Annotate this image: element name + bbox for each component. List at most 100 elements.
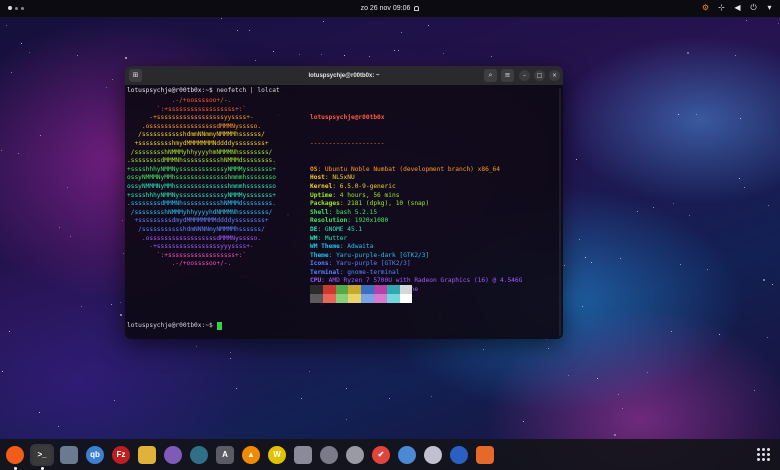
- info-line: Icons: Yaru-purple [GTK2/3]: [310, 260, 522, 269]
- system-tray[interactable]: ⚙ ⊹ ◀ ⏻ ▾: [701, 3, 774, 12]
- star: [740, 118, 741, 119]
- dock-item[interactable]: [318, 444, 340, 466]
- dock-item[interactable]: [136, 444, 158, 466]
- volume-icon[interactable]: ◀: [733, 3, 742, 12]
- dock-item[interactable]: [188, 444, 210, 466]
- grid-dot: [766, 453, 770, 456]
- star: [346, 419, 347, 420]
- dock-item[interactable]: [474, 444, 496, 466]
- grid-dot: [766, 448, 770, 451]
- dock-item[interactable]: [344, 444, 366, 466]
- star: [767, 337, 768, 338]
- palette-swatch: [310, 285, 323, 294]
- star: [323, 21, 324, 22]
- info-value: : Ubuntu Noble Numbat (development branc…: [317, 165, 500, 173]
- dock-item[interactable]: Fz: [110, 444, 132, 466]
- star: [77, 55, 78, 56]
- workspace-dot[interactable]: [15, 6, 18, 10]
- star: [428, 25, 429, 26]
- info-header: lotuspsychje@r00tb0x: [310, 114, 385, 122]
- info-key: Terminal: [310, 268, 340, 276]
- star: [744, 187, 745, 188]
- new-tab-button[interactable]: ⊞: [129, 69, 142, 82]
- info-line: Theme: Yaru-purple-dark [GTK2/3]: [310, 252, 522, 261]
- terminal-window[interactable]: ⊞ lotuspsychje@r00tb0x: ~ ⌕ ≡ – □ × lotu…: [125, 66, 563, 339]
- dock-item[interactable]: [4, 444, 26, 470]
- star: [237, 30, 238, 31]
- star: [591, 262, 592, 263]
- terminal-content[interactable]: lotuspsychje@r00tb0x:~$ neofetch | lolca…: [125, 85, 563, 331]
- info-key: Uptime: [310, 191, 333, 199]
- active-prompt-line[interactable]: lotuspsychje@r00tb0x:~$: [127, 322, 223, 331]
- workspace-dot-active[interactable]: [8, 6, 12, 10]
- audacity-icon: W: [268, 445, 286, 464]
- logo-line: +ssssssssshmydMMMMMMMNddddyssssssss+: [127, 139, 269, 147]
- star: [125, 57, 127, 59]
- dock-item[interactable]: W: [266, 444, 288, 466]
- info-line: WM: Mutter: [310, 235, 522, 244]
- workspace-dot[interactable]: [21, 6, 24, 10]
- dock-item[interactable]: [448, 444, 470, 466]
- star: [582, 306, 583, 307]
- star: [389, 398, 390, 399]
- star: [6, 25, 7, 26]
- palette-swatch: [348, 294, 362, 303]
- info-value: : NL5xNU: [324, 174, 355, 182]
- star: [346, 388, 347, 389]
- system-info: lotuspsychje@r00tb0x -------------------…: [310, 97, 522, 303]
- maximize-button[interactable]: □: [534, 70, 545, 81]
- dock-item[interactable]: [58, 444, 80, 466]
- dock-item[interactable]: [292, 444, 314, 466]
- dropdown-arrow-icon[interactable]: ▾: [765, 3, 774, 12]
- ubuntu-pro-icon[interactable]: ⚙: [701, 3, 710, 12]
- info-key: Shell: [310, 208, 329, 216]
- star: [548, 348, 549, 349]
- search-button[interactable]: ⌕: [484, 69, 497, 82]
- dock-item[interactable]: [396, 444, 418, 466]
- star: [59, 227, 60, 228]
- dock-item[interactable]: ✔: [370, 444, 392, 466]
- info-line: Terminal: gnome-terminal: [310, 269, 522, 278]
- scrollbar[interactable]: [559, 88, 561, 336]
- close-button[interactable]: ×: [549, 70, 560, 81]
- minimize-button[interactable]: –: [519, 70, 530, 81]
- star: [230, 352, 231, 353]
- maximize-icon: □: [536, 72, 543, 79]
- power-icon[interactable]: ⏻: [749, 3, 758, 12]
- minimize-icon: –: [523, 72, 526, 79]
- dock-item[interactable]: >_: [30, 443, 54, 470]
- network-icon[interactable]: ⊹: [717, 3, 726, 12]
- star: [123, 253, 124, 254]
- star: [309, 371, 310, 372]
- dock-item[interactable]: qb: [84, 444, 106, 466]
- running-indicator: [40, 466, 44, 470]
- palette-swatch: [361, 285, 374, 294]
- workspace-indicator[interactable]: [8, 6, 24, 10]
- star: [11, 72, 12, 73]
- palette-swatch: [335, 285, 349, 294]
- info-key: WM Theme: [310, 243, 340, 251]
- star: [653, 207, 654, 208]
- dock-item[interactable]: [422, 444, 444, 466]
- info-key: Theme: [310, 251, 329, 259]
- app-store-icon: [476, 445, 494, 464]
- star: [754, 390, 755, 391]
- info-line: Uptime: 4 hours, 56 mins: [310, 192, 522, 201]
- clock-button[interactable]: zo 26 nov 09:06: [361, 5, 420, 12]
- ubuntu-ascii-logo: .-/+oossssoo+/-. `:+ssssssssssssssssss+:…: [127, 97, 276, 269]
- dock-item[interactable]: ▲: [240, 444, 262, 466]
- star: [81, 306, 82, 307]
- todo-icon: ✔: [372, 445, 390, 464]
- star: [585, 257, 586, 258]
- dock-item[interactable]: [162, 444, 184, 466]
- logo-line: .ossssssssssssssssssdMMMNysssso.: [127, 234, 262, 242]
- star: [321, 54, 322, 55]
- palette-swatch: [373, 285, 387, 294]
- show-apps-button[interactable]: [752, 444, 774, 466]
- star: [564, 265, 565, 266]
- dock-item[interactable]: A: [214, 444, 236, 466]
- menu-button[interactable]: ≡: [501, 69, 514, 82]
- new-tab-icon: ⊞: [132, 71, 139, 79]
- terminal-titlebar[interactable]: ⊞ lotuspsychje@r00tb0x: ~ ⌕ ≡ – □ ×: [125, 66, 563, 85]
- palette-swatch: [335, 294, 349, 303]
